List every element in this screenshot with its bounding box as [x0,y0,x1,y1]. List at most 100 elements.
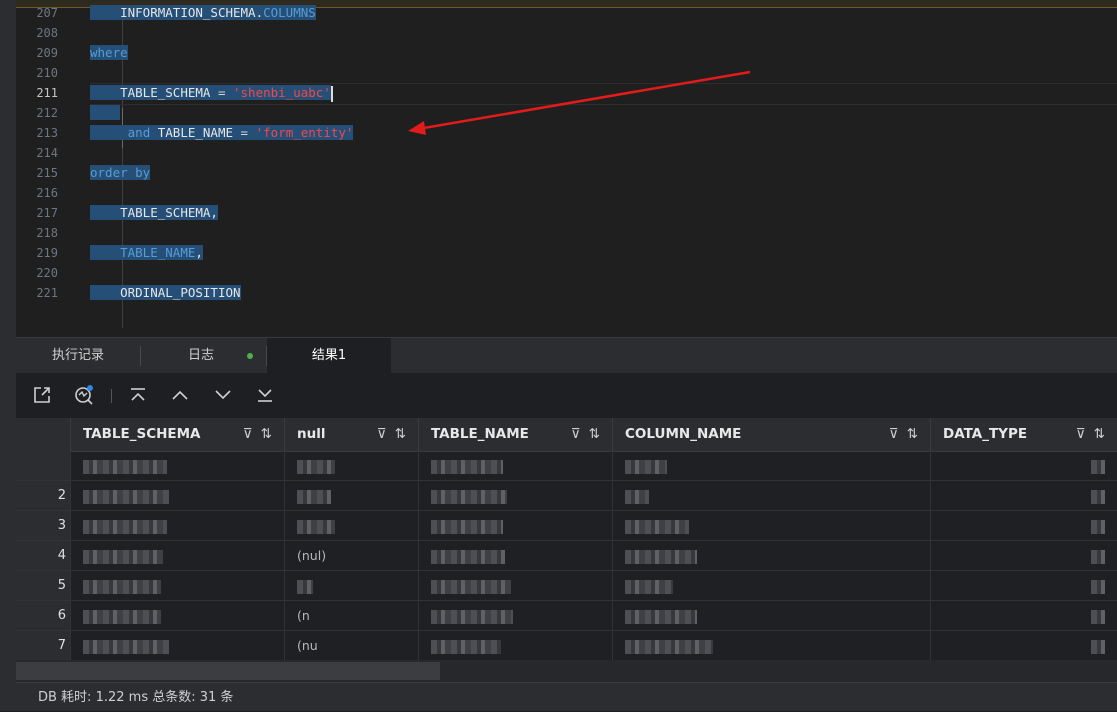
row-number[interactable]: 4 [16,541,70,571]
filter-icon[interactable]: ⊽ [377,418,387,451]
cell-column-name[interactable] [612,451,930,481]
table-row[interactable] [70,511,1117,541]
code-line-207: INFORMATION_SCHEMA.COLUMNS [90,3,316,23]
code-line-217: TABLE_SCHEMA, [90,203,218,223]
cell-table-schema[interactable] [70,601,284,631]
sort-icon[interactable]: ⇅ [907,418,918,451]
cell-table-schema[interactable] [70,451,284,481]
cell-column-name[interactable] [612,631,930,661]
table-row[interactable]: (n [70,601,1117,631]
code-line-213: and TABLE_NAME = 'form_entity' [90,123,354,143]
row-number[interactable]: 5 [16,571,70,601]
cell-table-schema[interactable] [70,571,284,601]
tab-log[interactable]: 日志 [141,338,265,374]
cell-column-name[interactable] [612,601,930,631]
row-number[interactable] [16,451,70,481]
next-page-button[interactable] [211,383,235,407]
cell-data-type[interactable] [930,511,1117,541]
cell-table-schema[interactable] [70,481,284,511]
cell-table-name[interactable] [418,481,612,511]
cell-table-name[interactable] [418,601,612,631]
cell-data-type[interactable] [930,481,1117,511]
last-page-button[interactable] [253,383,277,407]
cell-table-schema[interactable] [70,541,284,571]
tab-result-1[interactable]: 结果1 [267,338,391,374]
row-number[interactable]: 6 [16,601,70,631]
column-header-null[interactable]: null ⊽ ⇅ [284,418,418,451]
column-header-label: COLUMN_NAME [625,426,742,442]
cell-table-schema[interactable] [70,511,284,541]
cell-column-name[interactable] [612,571,930,601]
cell-table-name[interactable] [418,571,612,601]
row-number[interactable]: 2 [16,481,70,511]
column-header-table-schema[interactable]: TABLE_SCHEMA ⊽ ⇅ [70,418,284,451]
export-button[interactable] [30,383,54,407]
first-page-button[interactable] [126,383,150,407]
result-grid[interactable]: TABLE_SCHEMA ⊽ ⇅ null ⊽ ⇅ TABLE_NAME ⊽ ⇅ COLUM… [16,418,1117,682]
column-header-column-name[interactable]: COLUMN_NAME ⊽ ⇅ [612,418,930,451]
table-row[interactable] [70,451,1117,481]
filter-icon[interactable]: ⊽ [243,418,253,451]
code-token: order by [90,165,151,180]
ai-query-button[interactable] [72,383,96,407]
row-number[interactable]: 3 [16,511,70,541]
line-number: 217 [36,206,58,220]
filter-icon[interactable]: ⊽ [571,418,581,451]
table-row[interactable] [70,481,1117,511]
line-number: 215 [36,166,58,180]
redacted-text [1091,489,1105,504]
line-number: 209 [36,46,58,60]
cell-null[interactable] [284,511,418,541]
sort-icon[interactable]: ⇅ [1094,418,1105,451]
sql-editor[interactable]: 207 208 209 210 211 212 213 214 215 216 … [16,5,1117,335]
code-line-221: ORDINAL_POSITION [90,283,241,303]
cell-column-name[interactable] [612,481,930,511]
redacted-text [1091,459,1105,474]
cell-data-type[interactable] [930,451,1117,481]
table-row[interactable]: (nul) [70,541,1117,571]
sort-icon[interactable]: ⇅ [261,418,272,451]
row-number[interactable]: 7 [16,631,70,661]
horizontal-scrollbar[interactable] [16,660,1117,682]
redacted-text [83,519,167,534]
cell-null[interactable]: (nu [284,631,418,661]
tab-execution-history[interactable]: 执行记录 [16,338,140,374]
cell-table-schema[interactable] [70,631,284,661]
cell-data-type[interactable] [930,541,1117,571]
code-token: and [127,125,151,140]
redacted-text [431,459,503,474]
redacted-text [625,549,697,564]
cell-text: (n [297,608,310,623]
cell-null[interactable]: (n [284,601,418,631]
annotation-arrow-head [408,121,426,135]
cell-null[interactable] [284,451,418,481]
table-row[interactable] [70,571,1117,601]
previous-page-button[interactable] [168,383,192,407]
sort-icon[interactable]: ⇅ [395,418,406,451]
cell-table-name[interactable] [418,631,612,661]
code-line-212 [90,103,121,123]
cell-column-name[interactable] [612,511,930,541]
cell-data-type[interactable] [930,631,1117,661]
sort-icon[interactable]: ⇅ [589,418,600,451]
cell-null[interactable] [284,571,418,601]
cell-null[interactable]: (nul) [284,541,418,571]
redacted-text [625,579,673,594]
cell-table-name[interactable] [418,451,612,481]
scrollbar-thumb[interactable] [16,662,440,680]
redacted-text [297,459,335,474]
cell-table-name[interactable] [418,541,612,571]
cell-table-name[interactable] [418,511,612,541]
table-row[interactable]: (nu [70,631,1117,661]
column-header-table-name[interactable]: TABLE_NAME ⊽ ⇅ [418,418,612,451]
cell-null[interactable] [284,481,418,511]
cell-column-name[interactable] [612,541,930,571]
filter-icon[interactable]: ⊽ [889,418,899,451]
cell-data-type[interactable] [930,601,1117,631]
cell-data-type[interactable] [930,571,1117,601]
code-token: TABLE_SCHEMA [120,85,211,100]
filter-icon[interactable]: ⊽ [1076,418,1086,451]
redacted-text [431,549,505,564]
column-header-data-type[interactable]: DATA_TYPE ⊽ ⇅ [930,418,1117,451]
redacted-text [83,609,161,624]
